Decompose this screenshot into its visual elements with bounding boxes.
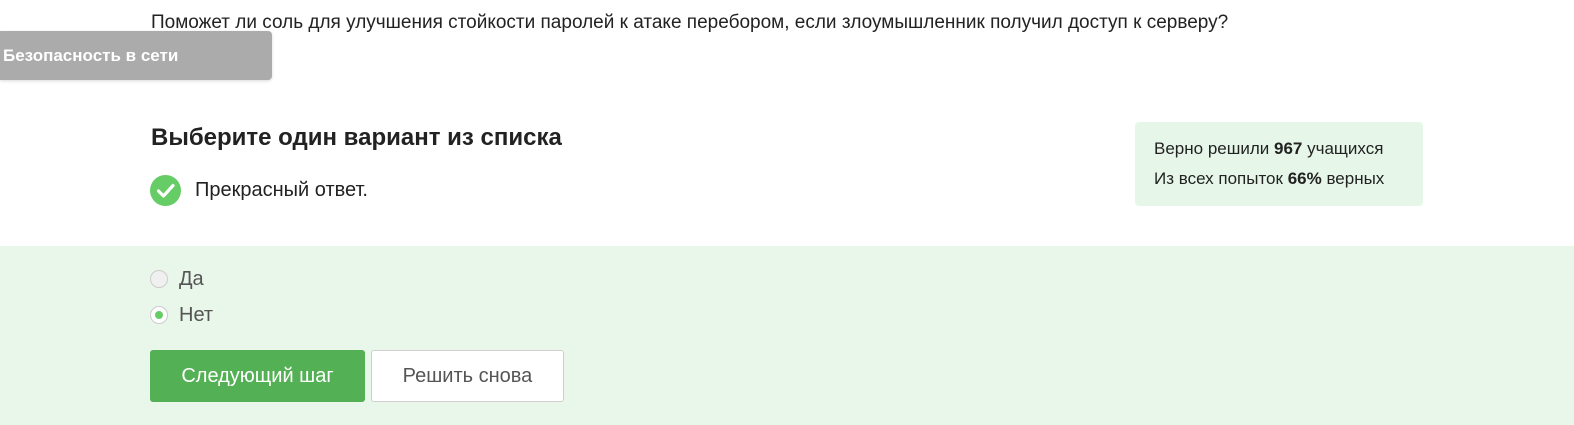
radio-button[interactable]: [150, 270, 168, 288]
stats-attempts-prefix: Из всех попыток: [1154, 169, 1283, 188]
option-label: Нет: [179, 303, 214, 326]
check-circle-icon: [150, 175, 181, 206]
step-page: Поможет ли соль для улучшения стойкости …: [0, 0, 1574, 425]
stats-box: Верно решили 967 учащихся Из всех попыто…: [1135, 122, 1423, 206]
feedback-text: Прекрасный ответ.: [195, 179, 368, 201]
answer-area: Да Нет Следующий шаг Решить снова: [0, 246, 1574, 425]
feedback-message: Прекрасный ответ.: [150, 175, 368, 206]
question-text: Поможет ли соль для улучшения стойкости …: [151, 12, 1229, 33]
stats-solved-suffix: учащихся: [1307, 139, 1384, 158]
task-heading: Выберите один вариант из списка: [151, 124, 562, 151]
option-label: Да: [179, 267, 204, 290]
topic-tag[interactable]: Безопасность в сети: [0, 31, 272, 80]
stats-solved: Верно решили 967 учащихся: [1154, 138, 1423, 168]
solve-again-button[interactable]: Решить снова: [371, 350, 564, 402]
stats-solved-count: 967: [1274, 139, 1303, 158]
stats-attempts: Из всех попыток 66% верных: [1154, 168, 1423, 198]
option-yes[interactable]: Да: [150, 268, 204, 290]
stats-attempts-percent: 66%: [1287, 169, 1322, 188]
option-no[interactable]: Нет: [150, 304, 213, 326]
stats-solved-prefix: Верно решили: [1154, 139, 1270, 158]
stats-attempts-suffix: верных: [1326, 169, 1385, 188]
next-step-button[interactable]: Следующий шаг: [150, 350, 365, 402]
radio-button-checked[interactable]: [150, 306, 168, 324]
